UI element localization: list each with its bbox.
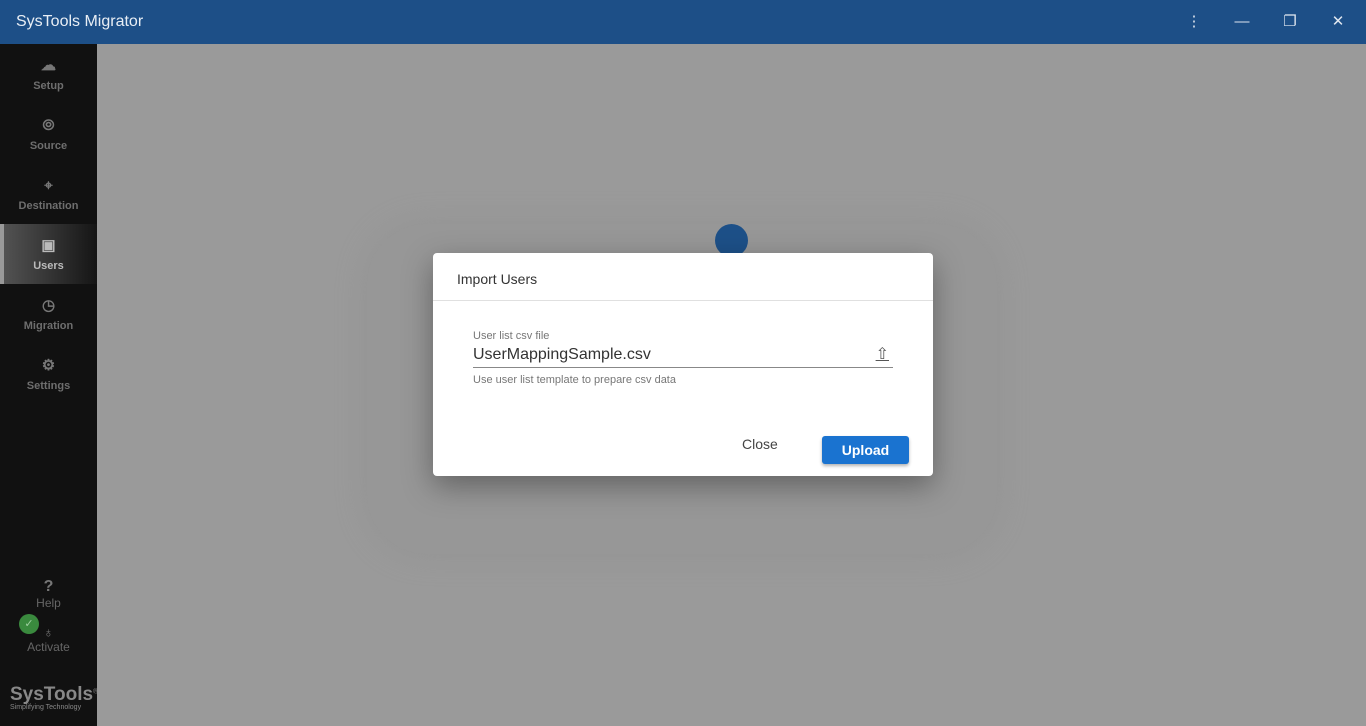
dialog-title: Import Users	[433, 253, 933, 301]
import-users-dialog: Import Users User list csv file UserMapp…	[433, 253, 933, 476]
activate-label: Activate	[27, 640, 70, 654]
source-icon: ⦾	[42, 117, 55, 134]
sidebar-item-label: Users	[33, 260, 64, 272]
title-bar: SysTools Migrator ⋮ — ❐ ✕	[0, 0, 1366, 44]
clock-icon: ◷	[41, 297, 56, 314]
field-label: User list csv file	[473, 330, 550, 342]
app-title: SysTools Migrator	[16, 13, 144, 30]
field-hint: Use user list template to prepare csv da…	[473, 374, 676, 386]
help-button[interactable]: ? Help	[0, 578, 97, 610]
logo-tagline: Simplifying Technology	[10, 704, 82, 711]
sidebar-item-label: Settings	[26, 380, 71, 392]
badge-icon: ♁	[43, 624, 54, 640]
target-icon: ⌖	[44, 177, 53, 194]
sidebar: ☁ Setup ⦾ Source ⌖ Destination ▣ Users ◷ Migr…	[0, 44, 98, 726]
sidebar-item-source[interactable]: ⦾ Source	[0, 104, 97, 164]
sidebar-item-settings[interactable]: ⚙ Settings	[0, 344, 97, 404]
sidebar-item-label: Setup	[33, 80, 64, 92]
close-icon[interactable]: ✕	[1328, 12, 1348, 32]
help-label: Help	[36, 596, 61, 610]
gear-icon: ⚙	[41, 357, 56, 374]
sidebar-item-migration[interactable]: ◷ Migration	[0, 284, 97, 344]
help-icon: ?	[43, 578, 54, 595]
restore-icon[interactable]: ❐	[1280, 12, 1300, 32]
csv-file-input[interactable]: UserMappingSample.csv ⇧	[473, 342, 893, 368]
minimize-icon[interactable]: —	[1232, 12, 1252, 32]
menu-icon[interactable]: ⋮	[1184, 12, 1204, 32]
upload-button[interactable]: Upload	[822, 436, 909, 464]
field-value: UserMappingSample.csv	[473, 346, 651, 363]
activate-button[interactable]: ♁ Activate	[0, 624, 97, 654]
cloud-icon: ☁	[41, 57, 56, 74]
systools-logo: SysTools® Simplifying Technology	[10, 684, 98, 711]
upload-icon[interactable]: ⇧	[876, 342, 889, 368]
sidebar-item-label: Source	[29, 140, 68, 152]
csv-file-field[interactable]: User list csv file UserMappingSample.csv…	[473, 330, 893, 386]
sidebar-item-destination[interactable]: ⌖ Destination	[0, 164, 97, 224]
user-icon: ▣	[41, 237, 56, 254]
sidebar-item-users[interactable]: ▣ Users	[0, 224, 97, 284]
logo-name: SysTools	[10, 684, 94, 705]
sidebar-item-label: Destination	[18, 200, 79, 212]
sidebar-item-label: Migration	[23, 320, 74, 332]
sidebar-item-setup[interactable]: ☁ Setup	[0, 44, 97, 104]
close-button[interactable]: Close	[742, 436, 778, 452]
